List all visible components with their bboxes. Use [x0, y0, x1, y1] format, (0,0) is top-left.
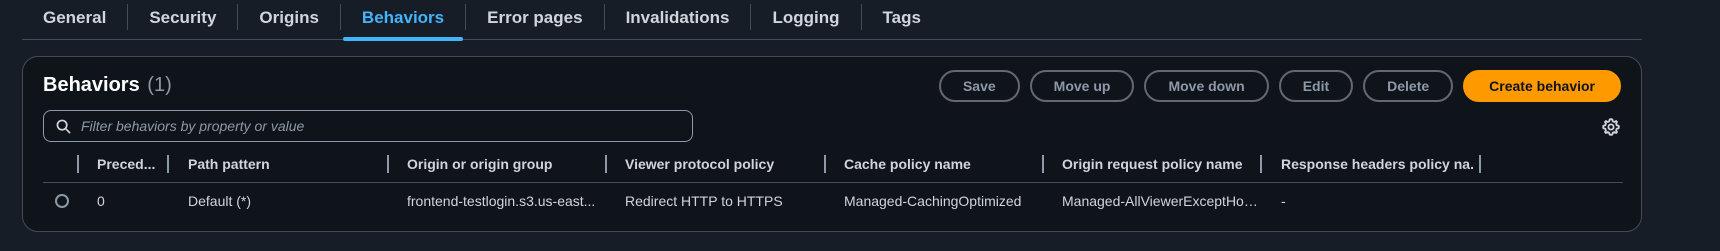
cell-cache-policy: Managed-CachingOptimized — [844, 193, 1022, 209]
cell-origin: frontend-testlogin.s3.us-east... — [407, 193, 596, 209]
panel-title-text: Behaviors — [43, 74, 140, 96]
behaviors-count: (1) — [147, 74, 172, 96]
column-header-cache-policy[interactable]: Cache policy name — [844, 145, 1034, 183]
save-button[interactable]: Save — [938, 70, 1020, 102]
tab-invalidations[interactable]: Invalidations — [605, 0, 751, 40]
column-divider[interactable] — [824, 155, 826, 173]
column-header-origin[interactable]: Origin or origin group — [407, 145, 597, 183]
tab-error-pages[interactable]: Error pages — [466, 0, 603, 40]
column-divider[interactable] — [1042, 155, 1044, 173]
column-header-response-headers-policy[interactable]: Response headers policy na... — [1281, 145, 1473, 183]
column-header-path-pattern[interactable]: Path pattern — [188, 145, 378, 183]
cell-path-pattern: Default (*) — [188, 193, 252, 209]
column-divider — [77, 155, 79, 173]
cell-response-headers-policy: - — [1281, 193, 1286, 209]
column-header-viewer-protocol-policy[interactable]: Viewer protocol policy — [625, 145, 815, 183]
tab-general[interactable]: General — [22, 0, 127, 40]
column-divider[interactable] — [167, 155, 169, 173]
create-behavior-button[interactable]: Create behavior — [1463, 70, 1621, 102]
cell-viewer-protocol-policy: Redirect HTTP to HTTPS — [625, 193, 783, 209]
page: General Security Origins Behaviors Error… — [0, 0, 1720, 251]
move-down-button[interactable]: Move down — [1144, 70, 1269, 102]
edit-button[interactable]: Edit — [1278, 70, 1354, 102]
delete-button[interactable]: Delete — [1363, 70, 1454, 102]
tab-origins[interactable]: Origins — [238, 0, 340, 40]
column-header-origin-request-policy[interactable]: Origin request policy name — [1062, 145, 1262, 183]
move-up-button[interactable]: Move up — [1029, 70, 1135, 102]
tab-security[interactable]: Security — [128, 0, 237, 40]
cell-origin-request-policy: Managed-AllViewerExceptHostHea — [1062, 193, 1262, 209]
table-header: Preced... Path pattern Origin or origin … — [43, 145, 1623, 183]
tab-behaviors[interactable]: Behaviors — [341, 0, 465, 41]
tab-logging[interactable]: Logging — [751, 0, 860, 40]
search-icon — [56, 119, 71, 133]
column-divider[interactable] — [1260, 155, 1262, 173]
gear-icon[interactable] — [1601, 117, 1621, 137]
column-divider[interactable] — [1479, 155, 1481, 173]
column-divider[interactable] — [387, 155, 389, 173]
tab-bar: General Security Origins Behaviors Error… — [22, 0, 1642, 41]
panel-title: Behaviors (1) — [43, 74, 172, 97]
row-select-radio[interactable] — [55, 194, 69, 208]
search-field[interactable] — [43, 110, 693, 142]
panel-actions: Save Move up Move down Edit Delete Creat… — [938, 70, 1621, 102]
tab-tags[interactable]: Tags — [862, 0, 942, 40]
behaviors-table: Preced... Path pattern Origin or origin … — [43, 145, 1623, 219]
column-header-precedence[interactable]: Preced... — [97, 145, 167, 183]
behaviors-panel: Behaviors (1) Save Move up Move down Edi… — [22, 56, 1642, 232]
column-divider[interactable] — [605, 155, 607, 173]
table-row[interactable]: 0 Default (*) frontend-testlogin.s3.us-e… — [43, 183, 1623, 219]
cell-precedence: 0 — [97, 193, 105, 209]
search-input[interactable] — [81, 118, 692, 134]
